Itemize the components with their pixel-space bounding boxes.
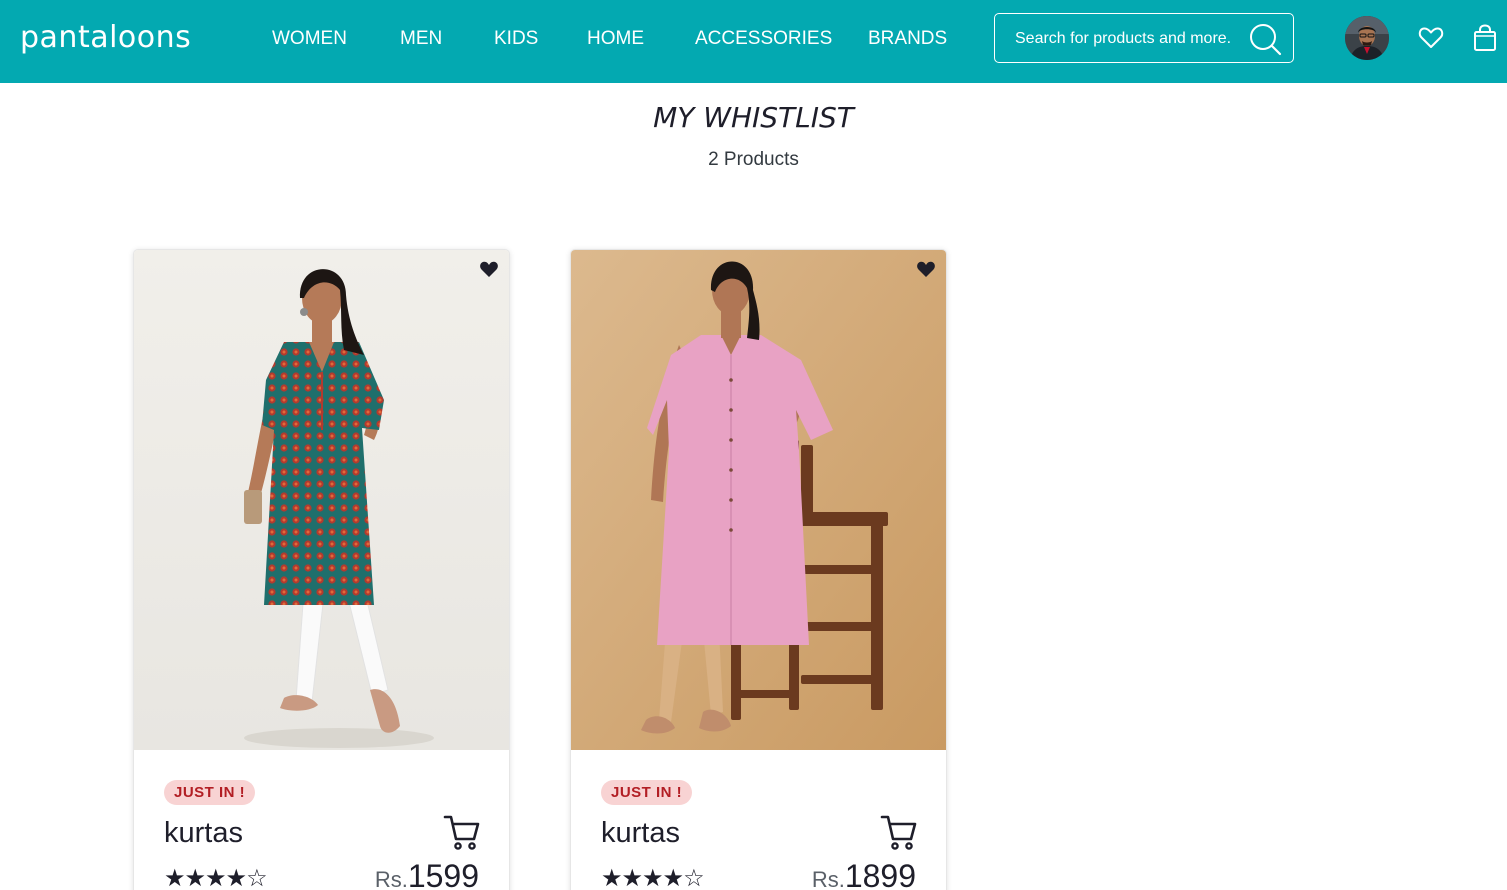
product-price: Rs.1899	[812, 856, 916, 890]
product-name[interactable]: kurtas	[601, 815, 680, 851]
product-card[interactable]: JUST IN ! kurtas ★★★★☆ Rs.1599	[133, 249, 510, 890]
product-count: 2 Products	[708, 149, 799, 170]
add-to-cart-icon[interactable]	[443, 813, 481, 851]
product-name[interactable]: kurtas	[164, 815, 243, 851]
remove-from-wishlist-heart-icon[interactable]	[916, 260, 936, 278]
just-in-badge: JUST IN !	[601, 780, 693, 805]
product-image[interactable]	[134, 250, 509, 750]
price-currency: Rs.	[811, 867, 845, 890]
nav-kids[interactable]: KIDS	[494, 27, 538, 51]
product-image[interactable]	[571, 250, 946, 750]
price-currency: Rs.	[374, 867, 408, 890]
wishlist-heart-icon[interactable]	[1418, 26, 1444, 50]
price-amount: 1599	[407, 858, 479, 890]
search-icon[interactable]	[1248, 22, 1282, 56]
brand-logo[interactable]: pantaloons	[20, 20, 191, 56]
just-in-badge: JUST IN !	[164, 780, 256, 805]
add-to-cart-icon[interactable]	[880, 813, 918, 851]
product-card[interactable]: JUST IN ! kurtas ★★★★☆ Rs.1899	[570, 249, 947, 890]
nav-home[interactable]: HOME	[587, 27, 644, 51]
product-price: Rs.1599	[375, 856, 479, 890]
avatar-image	[1345, 16, 1389, 60]
nav-brands[interactable]: BRANDS	[868, 27, 947, 51]
top-nav-bar: pantaloons WOMEN MEN KIDS HOME ACCESSORI…	[0, 0, 1507, 83]
nav-men[interactable]: MEN	[400, 27, 442, 51]
shopping-bag-icon[interactable]	[1472, 24, 1498, 52]
price-amount: 1899	[844, 858, 916, 890]
remove-from-wishlist-heart-icon[interactable]	[479, 260, 499, 278]
user-avatar[interactable]	[1345, 16, 1389, 60]
nav-women[interactable]: WOMEN	[272, 27, 347, 51]
nav-accessories[interactable]: ACCESSORIES	[695, 27, 832, 51]
search-box	[994, 13, 1294, 63]
page-title: MY WHISTLIST	[653, 101, 854, 134]
search-input[interactable]	[1015, 28, 1245, 50]
star-rating: ★★★★☆	[164, 864, 268, 890]
star-rating: ★★★★☆	[601, 864, 705, 890]
